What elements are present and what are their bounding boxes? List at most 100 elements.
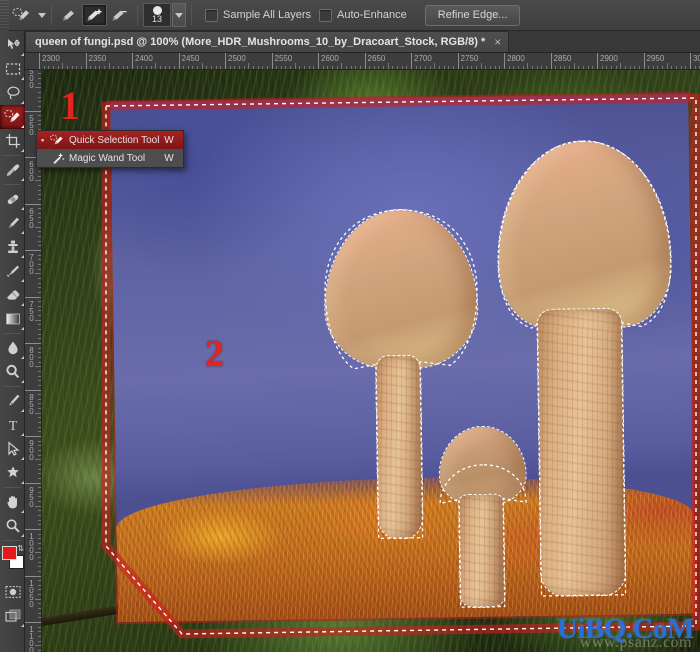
ruler-minor-tick [62, 63, 64, 69]
options-bar-grip[interactable] [0, 0, 9, 31]
photoshop-window: 13 Sample All Layers Auto-Enhance Refine… [0, 0, 700, 652]
brush-picker-chevron-down-icon[interactable] [172, 3, 186, 27]
ruler-major-tick [364, 53, 366, 69]
ruler-major-tick [25, 250, 41, 251]
blur-tool[interactable] [0, 336, 25, 360]
tool-corner-icon [21, 149, 24, 152]
eyedropper-tool[interactable] [0, 158, 25, 182]
ruler-minor-tick [35, 319, 41, 321]
ruler-minor-tick [480, 63, 482, 69]
hand-tool[interactable] [0, 490, 25, 514]
ruler-major-tick [25, 529, 41, 530]
move-tool[interactable] [0, 33, 25, 57]
ruler-label: 2400 [135, 54, 153, 63]
horizontal-type-tool[interactable]: T [0, 413, 25, 437]
ruler-minor-tick [666, 63, 668, 69]
tool-corner-icon [21, 433, 24, 436]
document-tab[interactable]: queen of fungi.psd @ 100% (More_HDR_Mush… [25, 31, 510, 52]
tool-corner-icon [21, 481, 24, 484]
ruler-label: 3000 [693, 54, 700, 63]
refine-edge-button[interactable]: Refine Edge... [424, 4, 521, 26]
custom-shape-tool[interactable] [0, 461, 25, 485]
spot-healing-brush-tool[interactable] [0, 187, 25, 211]
path-selection-tool[interactable] [0, 437, 25, 461]
tool-corner-icon [21, 510, 24, 513]
rectangular-marquee-tool[interactable] [0, 57, 25, 81]
ruler-minor-tick [387, 63, 389, 69]
tool-corner-icon [21, 231, 24, 234]
ruler-minor-tick [248, 63, 250, 69]
swap-arrows-icon[interactable]: ⇅ [17, 544, 24, 553]
ruler-minor-tick [35, 366, 41, 368]
ruler-major-tick [25, 575, 41, 577]
annotation-number-1: 1 [60, 83, 80, 128]
auto-enhance-option[interactable]: Auto-Enhance [319, 8, 407, 22]
tool-corner-icon [21, 380, 24, 383]
document-tab-title: queen of fungi.psd @ 100% (More_HDR_Mush… [35, 36, 486, 48]
ruler-label: 950 [27, 485, 36, 507]
ruler-label: 700 [27, 253, 36, 274]
tool-corner-icon [21, 77, 24, 80]
ruler-label: 1050 [27, 578, 36, 607]
color-swatches[interactable]: ⇅ [0, 544, 25, 574]
brush-size-field[interactable]: 13 [143, 3, 171, 27]
ruler-major-tick [39, 53, 40, 69]
ruler-minor-tick [35, 87, 41, 89]
active-tool-preview[interactable] [9, 4, 35, 26]
magic-wand-icon [48, 152, 66, 165]
close-icon[interactable]: × [494, 35, 501, 49]
dodge-tool[interactable] [0, 360, 25, 384]
zoom-tool[interactable] [0, 514, 25, 538]
ruler-minor-tick [35, 412, 41, 414]
menu-item-quick-selection-tool[interactable]: ▪ Quick Selection Tool W [37, 131, 183, 149]
crop-tool[interactable] [0, 129, 25, 153]
clone-stamp-tool[interactable] [0, 235, 25, 259]
tool-flyout-menu[interactable]: ▪ Quick Selection Tool W Magic Wand Tool… [36, 130, 184, 168]
mode-add-to-selection-button[interactable] [82, 4, 107, 26]
tool-corner-icon [21, 101, 24, 104]
ruler-major-tick [457, 53, 459, 69]
history-brush-tool[interactable] [0, 259, 25, 283]
sample-all-layers-option[interactable]: Sample All Layers [205, 8, 311, 22]
tool-preset-chevron-down-icon[interactable] [38, 12, 46, 18]
brush-tool[interactable] [0, 211, 25, 235]
toolbox-divider [3, 155, 21, 156]
toolbox-divider [3, 184, 21, 185]
pen-tool[interactable] [0, 389, 25, 413]
tool-corner-icon [21, 303, 24, 306]
menu-item-magic-wand-tool[interactable]: Magic Wand Tool W [37, 149, 183, 167]
ruler-major-tick [504, 53, 505, 69]
horizontal-ruler[interactable]: 2300 2350 2400 2450 2500 2550 2600 2650 2700 2750… [25, 53, 700, 70]
tool-corner-icon [21, 125, 24, 128]
menu-item-bullet: ▪ [41, 134, 45, 145]
screen-mode-button[interactable] [0, 604, 25, 628]
sample-all-layers-checkbox[interactable] [205, 8, 218, 22]
ruler-minor-tick [35, 598, 41, 600]
ruler-minor-tick [35, 459, 41, 461]
quick-mask-mode-button[interactable] [0, 580, 25, 604]
ruler-minor-tick [35, 505, 41, 507]
ruler-major-tick [225, 53, 226, 69]
foreground-color-swatch[interactable] [2, 546, 17, 560]
menu-item-label: Magic Wand Tool [69, 152, 146, 164]
ruler-minor-tick [341, 63, 343, 69]
tool-corner-icon [21, 178, 24, 181]
ruler-label: 1000 [27, 532, 36, 560]
brush-size-value: 13 [151, 13, 162, 24]
ruler-major-tick [25, 343, 41, 344]
toolbox-divider [3, 487, 21, 488]
lasso-tool[interactable] [0, 81, 25, 105]
menu-item-label: Quick Selection Tool [69, 134, 160, 146]
auto-enhance-checkbox[interactable] [319, 8, 333, 22]
mode-new-selection-button[interactable] [57, 4, 82, 26]
pasted-mushroom-layer[interactable] [110, 93, 696, 623]
quick-selection-tool[interactable] [0, 105, 25, 129]
ruler-minor-tick [108, 63, 110, 69]
quick-selection-brush-icon [48, 134, 66, 146]
mode-subtract-from-selection-button[interactable] [107, 4, 132, 26]
gradient-tool[interactable] [0, 307, 25, 331]
eraser-tool[interactable] [0, 283, 25, 307]
ruler-major-tick [271, 53, 273, 69]
ruler-label: 2350 [88, 54, 107, 63]
ruler-label: 800 [27, 346, 36, 367]
